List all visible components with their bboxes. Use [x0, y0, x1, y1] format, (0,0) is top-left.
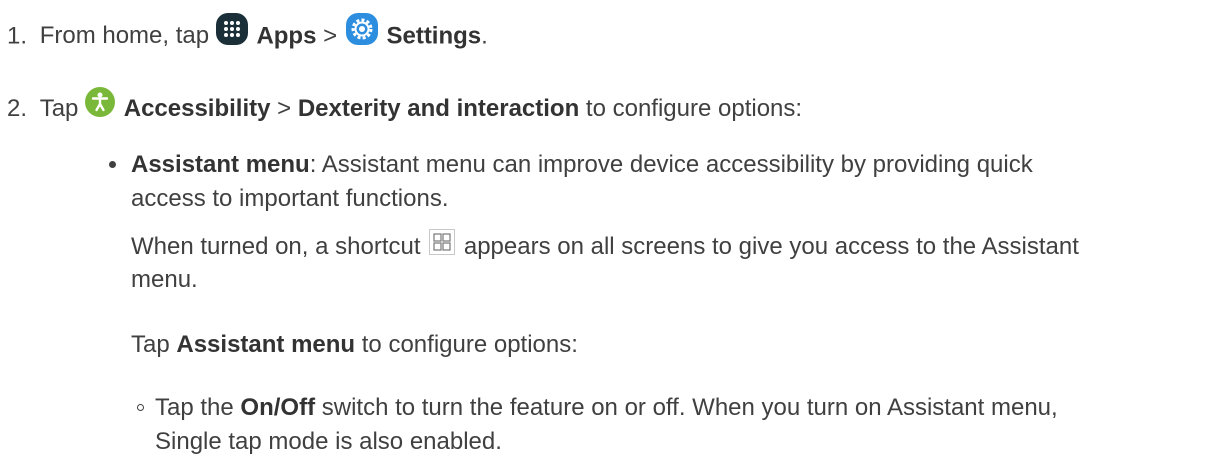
bullet-assistant-line-2: access to important functions. [131, 184, 448, 214]
shortcut-text-cont: appears on all screens to give you acces… [463, 233, 1079, 260]
bullet-assistant-line-1: Assistant menu: Assistant menu can impro… [131, 150, 1033, 180]
accessibility-label: Accessibility [123, 95, 271, 122]
accessibility-icon [85, 86, 116, 117]
sub-text-cont: switch to turn the feature on or off. Wh… [321, 394, 1058, 421]
tap-assistant-line: Tap Assistant menu to configure options: [131, 330, 578, 360]
assistant-menu-label: Assistant menu [176, 331, 356, 358]
sub-bullet-line-2: Single tap mode is also enabled. [155, 427, 502, 457]
step-text: From home, tap [39, 22, 210, 50]
assistant-menu-desc-cont: access to important functions. [131, 185, 449, 212]
step-number: 1. [7, 22, 28, 50]
separator: > [323, 22, 338, 50]
settings-gear-icon [345, 13, 378, 45]
shortcut-line-1: When turned on, a shortcut appears on al… [131, 228, 1079, 262]
sub-text: Tap the [155, 394, 234, 421]
assistant-menu-title: Assistant menu [131, 151, 310, 178]
onoff-label: On/Off [240, 394, 316, 421]
step-number: 2. [7, 95, 28, 122]
step-2: 2. Tap Accessibility > Dexterity and int… [7, 86, 803, 125]
apps-grid-icon [215, 13, 248, 45]
tap-text-end: to configure options: [361, 331, 578, 358]
step-text-end: to configure options: [585, 95, 803, 122]
assistant-menu-shortcut-icon [429, 228, 456, 255]
shortcut-text-end: menu. [131, 266, 198, 293]
apps-label: Apps [256, 22, 317, 50]
bullet-marker [109, 161, 116, 168]
tap-text: Tap [131, 331, 170, 358]
period: . [481, 22, 488, 50]
sub-bullet-marker [137, 404, 144, 411]
sub-bullet-line-1: Tap the On/Off switch to turn the featur… [155, 393, 1058, 423]
sub-text-end: Single tap mode is also enabled. [155, 428, 502, 455]
shortcut-text: When turned on, a shortcut [131, 233, 421, 260]
step-text: Tap [39, 95, 79, 122]
step-1: 1. From home, tap Apps > Settings. [7, 13, 488, 53]
shortcut-line-2: menu. [131, 265, 198, 295]
dexterity-label: Dexterity and interaction [297, 95, 580, 122]
settings-label: Settings [386, 22, 482, 50]
separator: > [277, 95, 292, 122]
assistant-menu-desc: : Assistant menu can improve device acce… [309, 151, 1033, 178]
